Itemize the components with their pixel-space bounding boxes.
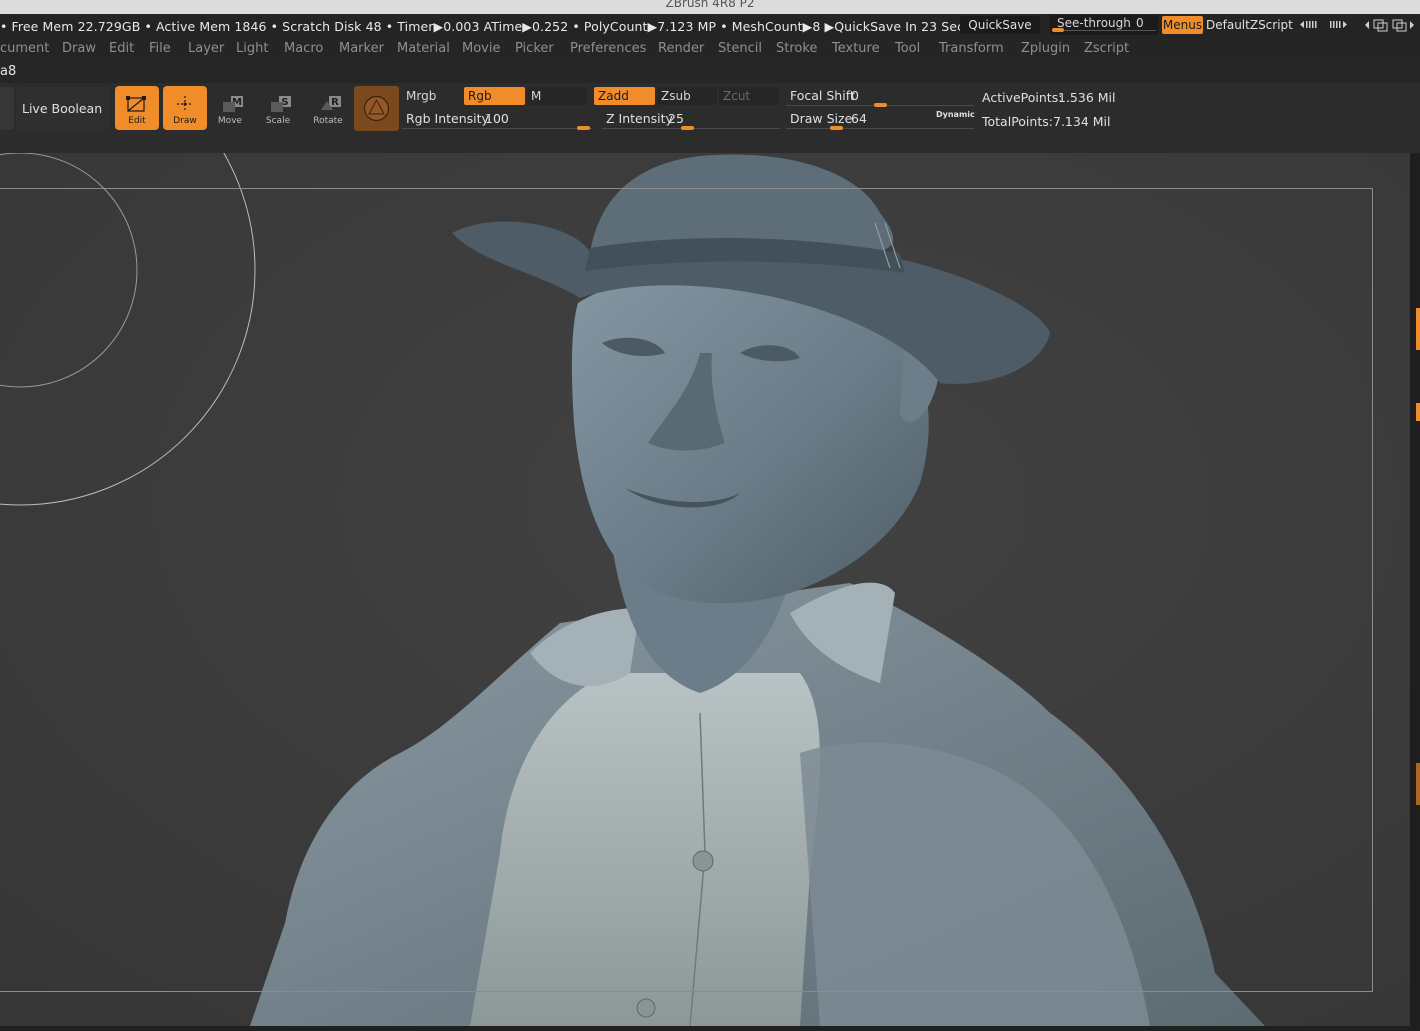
- see-through-track: [1052, 30, 1156, 31]
- main-menu-bar: cument Draw Edit File Layer Light Macro Marker M…: [0, 39, 1420, 61]
- see-through-value: 0: [1136, 16, 1144, 30]
- z-intensity-knob[interactable]: [681, 126, 694, 130]
- z-intensity-label: Z Intensity: [606, 111, 673, 126]
- scale-tool-button[interactable]: S Scale: [256, 86, 300, 130]
- menu-item-layer[interactable]: Layer: [188, 41, 224, 56]
- menu-item-stencil[interactable]: Stencil: [718, 41, 762, 56]
- window-layout-icons[interactable]: [1362, 17, 1418, 33]
- scale-icon: S: [256, 86, 300, 114]
- menu-item-render[interactable]: Render: [658, 41, 704, 56]
- draw-label: Draw: [173, 116, 197, 126]
- secondary-row: a8: [0, 61, 1420, 83]
- top-shelf: Live Boolean Edit Draw M Move S Scale R …: [0, 83, 1420, 153]
- status-row: • Free Mem 22.729GB • Active Mem 1846 • …: [0, 14, 1420, 39]
- rgb-intensity-slider[interactable]: Rgb Intensity 100: [402, 108, 592, 130]
- menu-item-cument[interactable]: cument: [0, 41, 49, 56]
- rgb-intensity-track: [402, 128, 592, 129]
- active-points-label: ActivePoints:: [982, 90, 1063, 105]
- menu-item-picker[interactable]: Picker: [515, 41, 554, 56]
- window-title-bar: ZBrush 4R8 P2: [0, 0, 1420, 14]
- menu-item-draw[interactable]: Draw: [62, 41, 96, 56]
- focal-shift-value: 0: [851, 88, 859, 103]
- draw-icon: [163, 86, 207, 114]
- draw-size-knob[interactable]: [830, 126, 843, 130]
- shelf-left-edge: [0, 87, 14, 130]
- material-sphere-button[interactable]: [354, 86, 399, 131]
- menu-item-file[interactable]: File: [149, 41, 171, 56]
- zsub-toggle[interactable]: Zsub: [657, 87, 717, 105]
- tray-marker-1[interactable]: [1416, 308, 1420, 350]
- see-through-label: See-through: [1057, 16, 1131, 30]
- menu-item-zplugin[interactable]: Zplugin: [1021, 41, 1070, 56]
- move-icon: M: [208, 86, 252, 114]
- menu-item-edit[interactable]: Edit: [109, 41, 134, 56]
- menus-button[interactable]: Menus: [1162, 16, 1203, 34]
- row3-label: a8: [0, 64, 17, 79]
- right-tray-edge[interactable]: [1410, 153, 1420, 1026]
- bottom-edge: [0, 1026, 1420, 1031]
- rgb-intensity-label: Rgb Intensity: [406, 111, 489, 126]
- see-through-slider[interactable]: See-through 0: [1050, 15, 1158, 35]
- mrgb-toggle[interactable]: Mrgb: [402, 87, 462, 105]
- default-zscript-button[interactable]: DefaultZScript: [1206, 16, 1293, 34]
- rotate-icon: R: [306, 86, 350, 114]
- rgb-intensity-value: 100: [485, 111, 509, 126]
- total-points-label: TotalPoints:: [982, 114, 1053, 129]
- edit-icon: [115, 86, 159, 114]
- live-boolean-label: Live Boolean: [22, 101, 103, 116]
- menu-item-light[interactable]: Light: [236, 41, 268, 56]
- menu-item-material[interactable]: Material: [397, 41, 450, 56]
- scroll-left-icon[interactable]: [1298, 19, 1324, 30]
- m-toggle[interactable]: M: [527, 87, 587, 105]
- rotate-tool-button[interactable]: R Rotate: [306, 86, 350, 130]
- quicksave-button[interactable]: QuickSave: [960, 16, 1040, 34]
- focal-shift-slider[interactable]: Focal Shift 0: [786, 86, 974, 108]
- zcut-toggle[interactable]: Zcut: [719, 87, 779, 105]
- active-points-value: 1.536 Mil: [1058, 90, 1116, 105]
- draw-size-track: [786, 128, 974, 129]
- document-frame: [0, 188, 1373, 992]
- menu-item-transform[interactable]: Transform: [939, 41, 1004, 56]
- menu-item-zscript[interactable]: Zscript: [1084, 41, 1129, 56]
- rgb-intensity-knob[interactable]: [577, 126, 590, 130]
- dynamic-toggle[interactable]: Dynamic: [936, 110, 975, 119]
- focal-shift-knob[interactable]: [874, 103, 887, 107]
- tray-marker-3[interactable]: [1416, 763, 1420, 805]
- draw-tool-button[interactable]: Draw: [163, 86, 207, 130]
- total-points-value: 7.134 Mil: [1053, 114, 1111, 129]
- svg-text:R: R: [331, 97, 339, 108]
- menu-item-macro[interactable]: Macro: [284, 41, 323, 56]
- status-text: • Free Mem 22.729GB • Active Mem 1846 • …: [0, 19, 971, 34]
- tray-marker-2[interactable]: [1416, 403, 1420, 421]
- menu-item-marker[interactable]: Marker: [339, 41, 384, 56]
- z-intensity-slider[interactable]: Z Intensity 25: [602, 108, 780, 130]
- draw-size-label: Draw Size: [790, 111, 853, 126]
- document-canvas[interactable]: [0, 153, 1410, 1026]
- draw-size-slider[interactable]: Draw Size 64 Dynamic: [786, 108, 975, 130]
- menu-item-movie[interactable]: Movie: [462, 41, 500, 56]
- edit-label: Edit: [128, 116, 146, 126]
- window-title: ZBrush 4R8 P2: [665, 0, 755, 10]
- move-label: Move: [217, 116, 243, 126]
- scroll-right-icon[interactable]: [1328, 19, 1354, 30]
- edit-tool-button[interactable]: Edit: [115, 86, 159, 130]
- menu-item-stroke[interactable]: Stroke: [776, 41, 817, 56]
- menu-item-tool[interactable]: Tool: [895, 41, 920, 56]
- menu-item-preferences[interactable]: Preferences: [570, 41, 646, 56]
- move-tool-button[interactable]: M Move: [208, 86, 252, 130]
- z-intensity-value: 25: [668, 111, 684, 126]
- scale-label: Scale: [265, 116, 291, 126]
- draw-size-value: 64: [851, 111, 867, 126]
- zadd-toggle[interactable]: Zadd: [594, 87, 655, 105]
- menu-item-texture[interactable]: Texture: [832, 41, 880, 56]
- rgb-toggle[interactable]: Rgb: [464, 87, 525, 105]
- rotate-label: Rotate: [313, 116, 343, 126]
- live-boolean-button[interactable]: Live Boolean: [16, 87, 110, 130]
- see-through-knob[interactable]: [1052, 28, 1064, 32]
- focal-shift-label: Focal Shift: [790, 88, 855, 103]
- material-sphere-icon: [363, 95, 390, 122]
